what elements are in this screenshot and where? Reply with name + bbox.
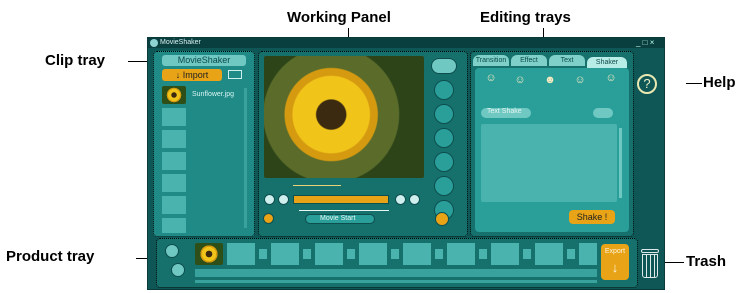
import-button[interactable]: ↓ Import [162, 69, 222, 81]
product-slot[interactable] [479, 249, 487, 259]
rotate-icon[interactable] [434, 104, 454, 124]
clip-thumbnail[interactable] [162, 86, 186, 104]
product-slot[interactable] [447, 243, 475, 265]
leader-trash [662, 262, 684, 263]
loop-icon[interactable] [263, 213, 274, 224]
text-input-area[interactable] [481, 124, 617, 202]
timeline-bar[interactable] [293, 195, 389, 204]
callout-product-tray: Product tray [6, 248, 95, 265]
product-clip-thumbnail[interactable] [195, 243, 223, 265]
empty-tool-button[interactable] [434, 152, 454, 172]
app-window: MovieShaker _ □ × MovieShaker ↓ Import S… [147, 37, 665, 290]
product-scrollbar[interactable] [195, 280, 597, 283]
window-title: MovieShaker [160, 39, 201, 46]
shake-button[interactable]: Shake ! [569, 210, 615, 224]
product-tray: Export ↓ [156, 238, 638, 288]
text-shake-label: Text Shake [487, 108, 522, 115]
view-toggle-icon[interactable] [228, 70, 242, 79]
product-slot[interactable] [523, 249, 531, 259]
callout-working-panel: Working Panel [287, 9, 391, 26]
product-slot[interactable] [271, 243, 299, 265]
music-track[interactable] [195, 269, 597, 277]
clip-slot[interactable] [162, 152, 186, 170]
callout-help: Help [703, 74, 736, 91]
callout-editing-trays: Editing trays [480, 9, 571, 26]
product-slot[interactable] [403, 243, 431, 265]
product-slot[interactable] [359, 243, 387, 265]
export-arrow-icon: ↓ [611, 260, 619, 275]
pause-icon[interactable] [278, 194, 289, 205]
window-icon[interactable] [434, 80, 454, 100]
face-neutral-icon[interactable]: ☺ [571, 74, 589, 86]
tab-effect[interactable]: Effect [511, 55, 547, 66]
toggle-switch-icon[interactable] [593, 108, 613, 118]
product-slot[interactable] [303, 249, 311, 259]
product-slot[interactable] [347, 249, 355, 259]
product-slot[interactable] [259, 249, 267, 259]
callout-trash: Trash [686, 253, 727, 270]
app-logo-icon [150, 39, 158, 47]
preview-screen [264, 56, 424, 178]
product-slot[interactable] [535, 243, 563, 265]
tab-shaker[interactable]: Shaker [587, 57, 627, 68]
product-slot[interactable] [567, 249, 575, 259]
leader-help [686, 83, 702, 84]
working-panel: Movie Start [258, 51, 468, 237]
volume-down-icon[interactable] [395, 194, 406, 205]
clip-slot[interactable] [162, 196, 186, 214]
product-slot[interactable] [435, 249, 443, 259]
face-excited-icon[interactable]: ☺ [481, 72, 501, 84]
product-slot[interactable] [227, 243, 255, 265]
tab-text[interactable]: Text [549, 55, 585, 66]
empty-tool-button[interactable] [434, 176, 454, 196]
range-marker-top[interactable] [293, 185, 341, 186]
text-area-scrollbar[interactable] [619, 128, 622, 198]
clip-slot[interactable] [162, 108, 186, 126]
volume-up-icon[interactable] [409, 194, 420, 205]
product-slot[interactable] [391, 249, 399, 259]
range-marker-bottom[interactable] [299, 210, 389, 211]
movie-start-label: Movie Start [320, 215, 356, 222]
audio-icon[interactable] [431, 58, 457, 74]
face-neutral-icon[interactable]: ☺ [511, 74, 529, 86]
shaker-pane: ☺ ☺ ☻ ☺ ☺ Text Shake Shake ! [475, 68, 629, 232]
clip-slot[interactable] [162, 174, 186, 192]
product-slot[interactable] [579, 243, 597, 265]
clip-slot[interactable] [162, 218, 186, 233]
title-bar: MovieShaker _ □ × [148, 38, 664, 48]
play-icon[interactable] [264, 194, 275, 205]
movie-start-pill[interactable]: Movie Start [305, 214, 375, 224]
trash-lid [641, 249, 659, 253]
clip-tray-header: MovieShaker [162, 55, 246, 66]
trash-icon[interactable] [639, 249, 661, 279]
trash-body [642, 254, 658, 278]
info-icon[interactable] [435, 212, 449, 226]
help-icon[interactable]: ? [637, 74, 657, 94]
music-track-icon[interactable] [171, 263, 185, 277]
clip-slot[interactable] [162, 130, 186, 148]
clip-name: Sunflower.jpg [192, 91, 235, 98]
face-happy-icon[interactable]: ☻ [541, 74, 559, 86]
export-button[interactable]: Export ↓ [601, 244, 629, 280]
clip-tray: MovieShaker ↓ Import Sunflower.jpg [153, 51, 255, 237]
editing-trays: Transition Effect Text Shaker ☺ ☺ ☻ ☺ ☺ … [470, 51, 634, 237]
clip-track-icon[interactable] [165, 244, 179, 258]
window-controls[interactable]: _ □ × [636, 38, 654, 48]
empty-tool-button[interactable] [434, 128, 454, 148]
export-label: Export [604, 248, 626, 255]
callout-clip-tray: Clip tray [45, 52, 106, 69]
text-shake-pill[interactable]: Text Shake [481, 108, 531, 118]
product-slot[interactable] [315, 243, 343, 265]
clip-tray-scrollbar[interactable] [244, 88, 247, 228]
face-wild-icon[interactable]: ☺ [601, 72, 621, 84]
product-slot[interactable] [491, 243, 519, 265]
tab-transition[interactable]: Transition [473, 55, 509, 66]
